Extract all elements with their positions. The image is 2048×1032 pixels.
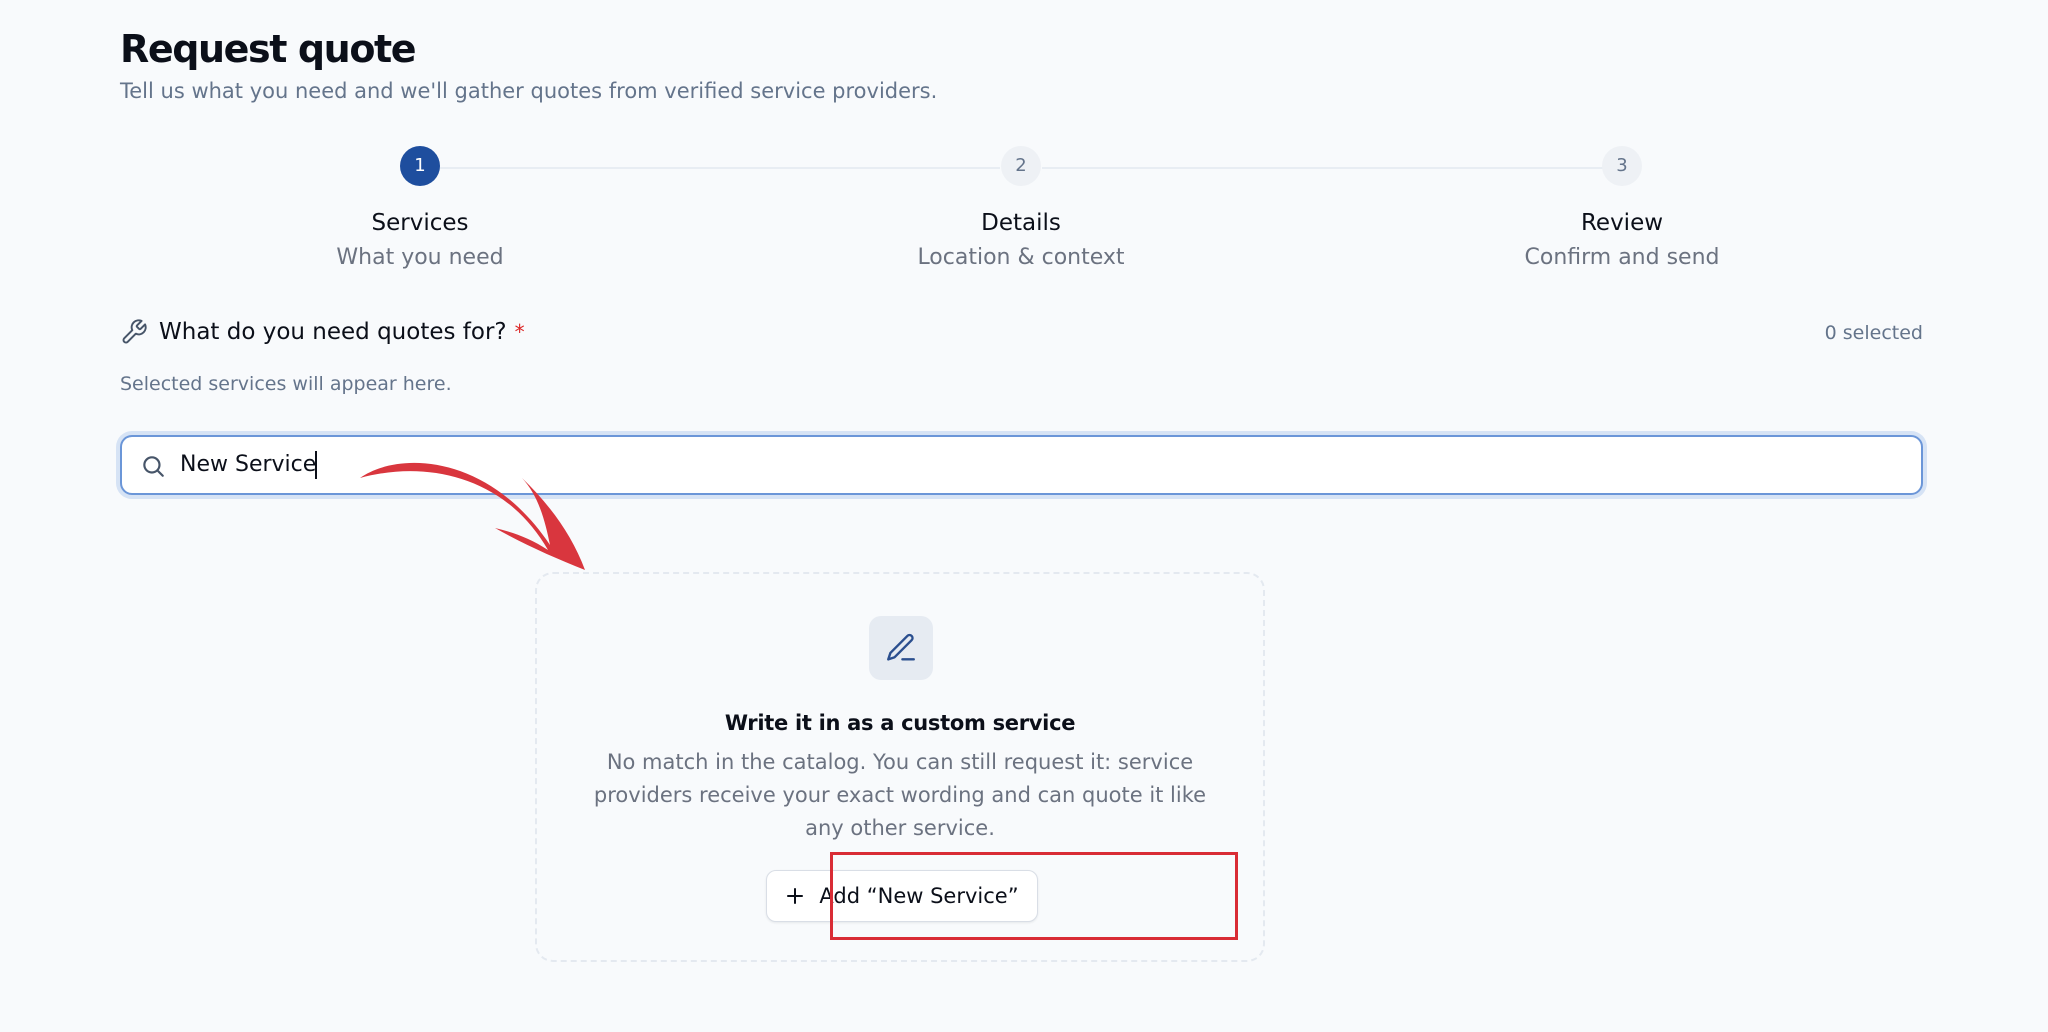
wrench-icon — [122, 319, 147, 344]
search-icon — [143, 456, 164, 477]
step-number: 3 — [1602, 146, 1642, 186]
annotation-highlight-box — [830, 852, 1238, 940]
step-title: Details — [981, 210, 1061, 236]
text-caret — [315, 451, 317, 479]
step-subtitle: What you need — [336, 245, 504, 270]
required-indicator: * — [514, 320, 525, 344]
step-review[interactable]: 3 Review Confirm and send — [1472, 146, 1772, 273]
services-question-row: What do you need quotes for? * 0 selected — [120, 315, 1923, 351]
selected-count: 0 selected — [1824, 322, 1923, 344]
step-subtitle: Location & context — [917, 245, 1125, 270]
page-subtitle: Tell us what you need and we'll gather q… — [120, 79, 938, 103]
step-number: 2 — [1001, 146, 1041, 186]
custom-service-description: No match in the catalog. You can still r… — [593, 750, 1207, 840]
pen-icon — [887, 633, 915, 661]
step-details[interactable]: 2 Details Location & context — [871, 146, 1171, 273]
step-subtitle: Confirm and send — [1524, 245, 1720, 270]
services-question: What do you need quotes for? * — [159, 315, 525, 349]
services-question-text: What do you need quotes for? — [159, 319, 507, 345]
step-services[interactable]: 1 Services What you need — [270, 146, 570, 273]
custom-service-title: Write it in as a custom service — [724, 711, 1076, 735]
step-title: Services — [371, 210, 469, 236]
plus-icon — [787, 888, 804, 904]
page-title: Request quote — [120, 27, 417, 71]
stepper: 1 Services What you need 2 Details Locat… — [120, 146, 1923, 286]
pen-badge — [869, 616, 933, 680]
selected-services-hint: Selected services will appear here. — [120, 373, 452, 395]
step-number: 1 — [400, 146, 440, 186]
step-title: Review — [1580, 210, 1664, 236]
